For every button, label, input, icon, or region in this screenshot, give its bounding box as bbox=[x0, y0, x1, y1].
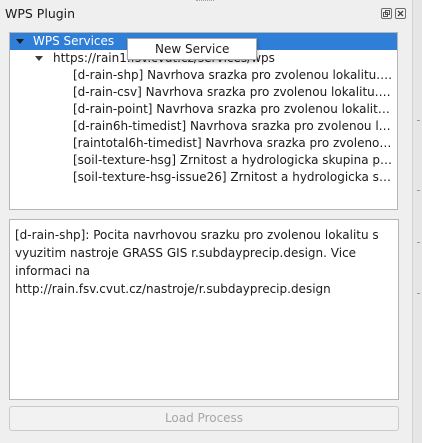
wps-plugin-panel: WPS Plugin WPS Services https://rain1.fs… bbox=[0, 0, 422, 443]
tree-item-label: [soil-texture-hsg-issue26] Zrnitost a hy… bbox=[73, 170, 393, 184]
tree-item-process[interactable]: [d-rain-point] Navrhova srazka pro zvole… bbox=[10, 101, 397, 118]
process-description: [d-rain-shp]: Pocita navrhovou srazku pr… bbox=[9, 219, 399, 400]
splitter-tick bbox=[417, 190, 420, 191]
menu-item-new-service[interactable]: New Service bbox=[128, 39, 256, 59]
float-icon[interactable] bbox=[381, 8, 392, 19]
tree-item-label: [d-rain-shp] Navrhova srazka pro zvoleno… bbox=[73, 68, 393, 82]
tree-item-process[interactable]: [d-rain-csv] Navrhova srazka pro zvoleno… bbox=[10, 84, 397, 101]
dock-splitter[interactable] bbox=[412, 0, 422, 443]
tree-item-process[interactable]: [raintotal6h-timedist] Navrhova srazka p… bbox=[10, 135, 397, 152]
splitter-tick bbox=[417, 120, 420, 121]
tree-item-label: [d-rain-csv] Navrhova srazka pro zvoleno… bbox=[73, 85, 393, 99]
load-process-button[interactable]: Load Process bbox=[9, 406, 399, 431]
menu-item-label: New Service bbox=[155, 42, 230, 56]
close-icon[interactable] bbox=[395, 8, 406, 19]
expand-arrow-icon[interactable] bbox=[16, 39, 24, 44]
splitter-tick bbox=[417, 242, 420, 243]
splitter-tick bbox=[417, 293, 420, 294]
context-menu: New Service bbox=[127, 38, 257, 60]
tree-item-process[interactable]: [soil-texture-hsg] Zrnitost a hydrologic… bbox=[10, 152, 397, 169]
expand-arrow-icon[interactable] bbox=[35, 56, 43, 61]
tree-item-process[interactable]: [d-rain6h-timedist] Navrhova srazka pro … bbox=[10, 118, 397, 135]
window-title: WPS Plugin bbox=[5, 6, 76, 21]
drag-grip[interactable] bbox=[196, 0, 214, 3]
tree-item-process[interactable]: [soil-texture-hsg-issue26] Zrnitost a hy… bbox=[10, 169, 397, 186]
tree-item-label: [d-rain6h-timedist] Navrhova srazka pro … bbox=[73, 119, 393, 133]
tree-item-label: [soil-texture-hsg] Zrnitost a hydrologic… bbox=[73, 153, 393, 167]
tree-item-label: [d-rain-point] Navrhova srazka pro zvole… bbox=[73, 102, 393, 116]
tree-item-label: WPS Services bbox=[33, 34, 115, 48]
tree-item-label: [raintotal6h-timedist] Navrhova srazka p… bbox=[73, 136, 393, 150]
tree-item-process[interactable]: [d-rain-shp] Navrhova srazka pro zvoleno… bbox=[10, 67, 397, 84]
dock-titlebar[interactable]: WPS Plugin bbox=[0, 0, 412, 28]
